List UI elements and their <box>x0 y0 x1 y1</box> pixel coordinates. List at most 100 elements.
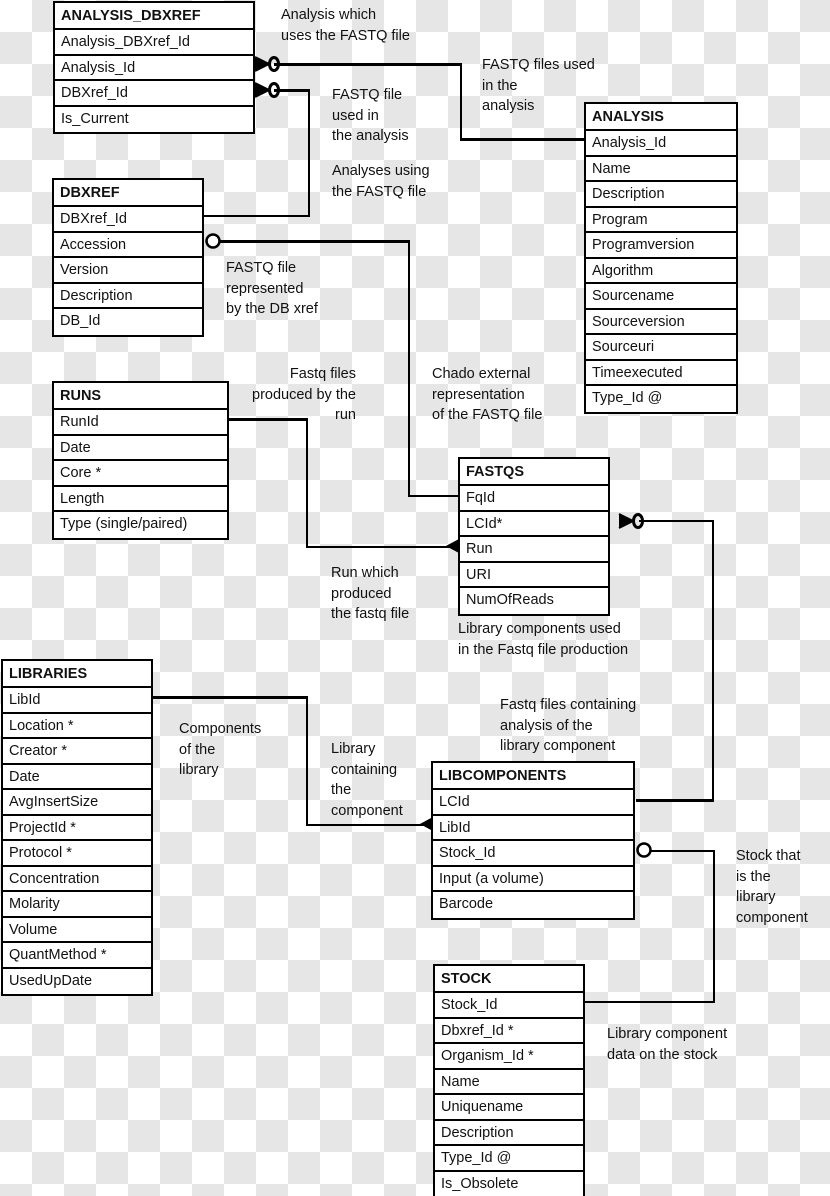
entity-field[interactable]: Description <box>54 283 202 309</box>
annotation-library-containing: Library containing the component <box>331 741 403 819</box>
annotation-chado-external-rep: Chado external representation of the FAS… <box>432 366 543 423</box>
annotation-library-component-data: Library component data on the stock <box>607 1026 728 1063</box>
connector-analysis-dbxref-to-analysis-seg3 <box>459 138 586 141</box>
entity-field[interactable]: RunId <box>54 410 227 436</box>
connector-runs-to-fastqs-seg2 <box>305 418 308 548</box>
entity-field[interactable]: Input (a volume) <box>433 866 633 892</box>
entity-title: FASTQS <box>460 459 608 486</box>
entity-field[interactable]: Is_Obsolete <box>435 1171 583 1196</box>
entity-field[interactable]: NumOfReads <box>460 588 608 614</box>
entity-field[interactable]: Description <box>586 182 736 208</box>
entity-field[interactable]: LCId <box>433 790 633 816</box>
connector-analysis-dbxref-to-analysis-seg2 <box>459 63 462 140</box>
entity-field[interactable]: Dbxref_Id * <box>435 1018 583 1044</box>
entity-field[interactable]: UsedUpDate <box>3 968 151 994</box>
entity-field[interactable]: Analysis_Id <box>586 131 736 157</box>
entity-field[interactable]: Organism_Id * <box>435 1044 583 1070</box>
entity-title: ANALYSIS_DBXREF <box>55 3 253 30</box>
entity-field[interactable]: Type_Id @ <box>435 1146 583 1172</box>
entity-field[interactable]: Type (single/paired) <box>54 512 227 538</box>
annotation-fastq-files-containing: Fastq files containing analysis of the l… <box>500 697 637 754</box>
connector-fastqs-to-libcomponents-seg2 <box>711 519 714 802</box>
connector-analysis-dbxref-to-analysis-seg1 <box>274 63 462 66</box>
entity-field[interactable]: Date <box>3 764 151 790</box>
annotation-analyses-using: Analyses using the FASTQ file <box>332 163 430 200</box>
entity-field[interactable]: QuantMethod * <box>3 943 151 969</box>
entity-field[interactable]: LibId <box>433 815 633 841</box>
entity-title: RUNS <box>54 383 227 410</box>
entity-field[interactable]: DBXref_Id <box>54 207 202 233</box>
entity-field[interactable]: Uniquename <box>435 1095 583 1121</box>
entity-field[interactable]: DB_Id <box>54 309 202 335</box>
entity-runs[interactable]: RUNS RunId Date Core * Length Type (sing… <box>52 381 229 540</box>
entity-dbxref[interactable]: DBXREF DBXref_Id Accession Version Descr… <box>52 178 204 337</box>
connector-libcomponents-to-stock-seg3 <box>584 1000 715 1003</box>
connector-libraries-to-libcomponents-seg1 <box>152 696 308 699</box>
entity-stock[interactable]: STOCK Stock_Id Dbxref_Id * Organism_Id *… <box>433 964 585 1196</box>
circle-icon-libcomponents-stockid <box>636 842 652 858</box>
entity-title: ANALYSIS <box>586 104 736 131</box>
entity-field[interactable]: Program <box>586 207 736 233</box>
crowfoot-zero-icon-fastqs-lcid <box>618 513 644 529</box>
entity-field[interactable]: Stock_Id <box>433 841 633 867</box>
connector-dbxref-to-fastqs-seg1 <box>219 240 410 243</box>
entity-field[interactable]: Core * <box>54 461 227 487</box>
connector-runs-to-fastqs-seg3 <box>305 545 453 548</box>
annotation-stock-that-is: Stock that is the library component <box>736 848 808 926</box>
entity-field[interactable]: Date <box>54 435 227 461</box>
circle-icon-dbxref-accession <box>205 233 221 249</box>
entity-field[interactable]: LibId <box>3 688 151 714</box>
entity-title: DBXREF <box>54 180 202 207</box>
entity-field[interactable]: Volume <box>3 917 151 943</box>
crowfoot-zero-icon-dbxref-id <box>254 82 280 98</box>
entity-field[interactable]: Creator * <box>3 739 151 765</box>
connector-fastqs-to-libcomponents-seg3 <box>636 799 714 802</box>
entity-field[interactable]: Length <box>54 486 227 512</box>
entity-field[interactable]: Barcode <box>433 892 633 918</box>
entity-field[interactable]: FqId <box>460 486 608 512</box>
connector-analysis-dbxref-to-dbxref-seg3 <box>200 214 310 217</box>
entity-field[interactable]: Location * <box>3 713 151 739</box>
entity-field[interactable]: Molarity <box>3 892 151 918</box>
annotation-fastq-files-used: FASTQ files used in the analysis <box>482 57 595 114</box>
entity-field[interactable]: Stock_Id <box>435 993 583 1019</box>
entity-field[interactable]: Protocol * <box>3 841 151 867</box>
entity-libraries[interactable]: LIBRARIES LibId Location * Creator * Dat… <box>1 659 153 996</box>
entity-field[interactable]: Timeexecuted <box>586 360 736 386</box>
entity-field[interactable]: Version <box>54 258 202 284</box>
entity-analysis[interactable]: ANALYSIS Analysis_Id Name Description Pr… <box>584 102 738 414</box>
crowfoot-zero-icon-analysis-id <box>254 56 280 72</box>
entity-field[interactable]: Analysis_Id <box>55 55 253 81</box>
annotation-components-of-library: Components of the library <box>179 721 262 778</box>
entity-field[interactable]: Name <box>586 156 736 182</box>
entity-field[interactable]: Programversion <box>586 233 736 259</box>
entity-field[interactable]: URI <box>460 562 608 588</box>
entity-field[interactable]: Description <box>435 1120 583 1146</box>
entity-title: STOCK <box>435 966 583 993</box>
entity-field[interactable]: DBXref_Id <box>55 81 253 107</box>
annotation-run-which-produced: Run which produced the fastq file <box>331 565 410 622</box>
connector-libcomponents-to-stock-seg2 <box>712 849 715 1003</box>
entity-field[interactable]: Type_Id @ <box>586 386 736 412</box>
entity-libcomponents[interactable]: LIBCOMPONENTS LCId LibId Stock_Id Input … <box>431 761 635 920</box>
entity-field[interactable]: Analysis_DBXref_Id <box>55 30 253 56</box>
entity-field[interactable]: Concentration <box>3 866 151 892</box>
entity-field[interactable]: Name <box>435 1069 583 1095</box>
entity-field[interactable]: Sourcename <box>586 284 736 310</box>
entity-field[interactable]: Run <box>460 537 608 563</box>
entity-field[interactable]: Sourceuri <box>586 335 736 361</box>
connector-dbxref-to-fastqs-seg3 <box>407 494 460 497</box>
entity-fastqs[interactable]: FASTQS FqId LCId* Run URI NumOfReads <box>458 457 610 616</box>
annotation-fastq-file-used-in: FASTQ file used in the analysis <box>332 87 409 144</box>
entity-field[interactable]: Sourceversion <box>586 309 736 335</box>
entity-field[interactable]: Accession <box>54 232 202 258</box>
entity-field[interactable]: Is_Current <box>55 106 253 132</box>
entity-field[interactable]: Algorithm <box>586 258 736 284</box>
entity-field[interactable]: AvgInsertSize <box>3 790 151 816</box>
entity-field[interactable]: LCId* <box>460 511 608 537</box>
entity-field[interactable]: ProjectId * <box>3 815 151 841</box>
annotation-fastq-files-produced: Fastq files produced by the run <box>252 366 356 423</box>
entity-analysis-dbxref[interactable]: ANALYSIS_DBXREF Analysis_DBXref_Id Analy… <box>53 1 255 134</box>
connector-analysis-dbxref-to-dbxref-seg2 <box>307 89 310 217</box>
er-diagram-canvas: ANALYSIS_DBXREF Analysis_DBXref_Id Analy… <box>0 0 830 1196</box>
